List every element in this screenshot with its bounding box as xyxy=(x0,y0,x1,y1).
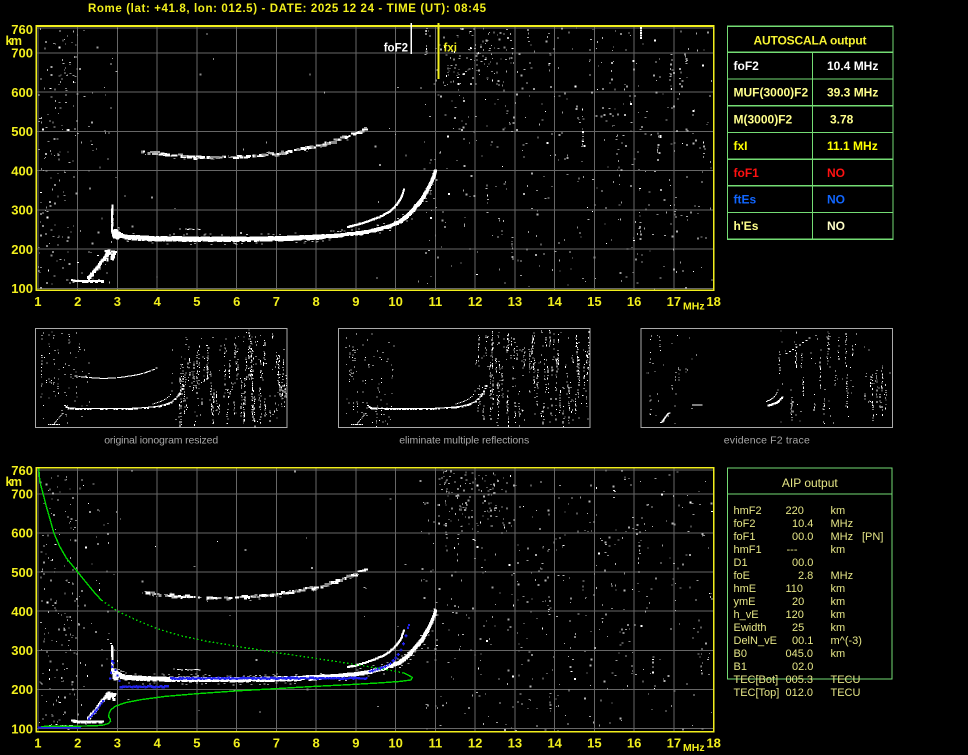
svg-text:12: 12 xyxy=(468,294,482,309)
svg-text:eliminate multiple reflections: eliminate multiple reflections xyxy=(399,435,529,447)
svg-text:MHz: MHz xyxy=(683,301,705,313)
svg-text:ftEs: ftEs xyxy=(734,193,757,207)
svg-text:39.3 MHz: 39.3 MHz xyxy=(827,86,878,100)
svg-text:MUF(3000)F2: MUF(3000)F2 xyxy=(734,86,809,100)
svg-text:NO: NO xyxy=(827,166,845,180)
svg-text:6: 6 xyxy=(233,294,240,309)
svg-text:fxI: fxI xyxy=(734,139,748,153)
svg-text:9: 9 xyxy=(352,294,359,309)
svg-text:16: 16 xyxy=(627,294,641,309)
svg-text:1: 1 xyxy=(34,294,41,309)
svg-text:100: 100 xyxy=(11,281,33,296)
svg-text:8: 8 xyxy=(312,294,319,309)
svg-text:11: 11 xyxy=(429,294,443,309)
svg-text:evidence F2 trace: evidence F2 trace xyxy=(724,435,810,447)
svg-text:AUTOSCALA output: AUTOSCALA output xyxy=(754,34,867,48)
svg-text:km: km xyxy=(6,34,23,48)
svg-text:13: 13 xyxy=(508,294,522,309)
svg-text:600: 600 xyxy=(11,85,33,100)
svg-text:17: 17 xyxy=(667,294,681,309)
svg-text:5: 5 xyxy=(193,294,200,309)
svg-text:foF1: foF1 xyxy=(734,166,760,180)
svg-text:10.4 MHz: 10.4 MHz xyxy=(827,59,878,73)
svg-text:foF2: foF2 xyxy=(384,43,408,55)
svg-text:14: 14 xyxy=(547,294,562,309)
svg-text:500: 500 xyxy=(11,124,33,139)
svg-text:M(3000)F2: M(3000)F2 xyxy=(734,112,793,126)
svg-text:400: 400 xyxy=(11,163,33,178)
svg-text:10: 10 xyxy=(388,294,402,309)
svg-text:11.1 MHz: 11.1 MHz xyxy=(827,139,878,153)
svg-text:200: 200 xyxy=(11,242,33,257)
svg-text:Rome (lat: +41.8, lon: 012.5): Rome (lat: +41.8, lon: 012.5) - DATE: 20… xyxy=(88,3,487,15)
svg-text:foF2: foF2 xyxy=(734,59,760,73)
svg-text:2: 2 xyxy=(74,294,81,309)
svg-text:18: 18 xyxy=(706,294,720,309)
svg-text:original ionogram resized: original ionogram resized xyxy=(104,435,218,447)
svg-text:3.78: 3.78 xyxy=(830,112,854,126)
svg-text:NO: NO xyxy=(827,193,845,207)
svg-text:15: 15 xyxy=(587,294,601,309)
svg-text:fxi: fxi xyxy=(444,43,457,55)
svg-text:3: 3 xyxy=(114,294,121,309)
svg-text:NO: NO xyxy=(827,219,845,233)
svg-text:4: 4 xyxy=(154,294,162,309)
svg-text:300: 300 xyxy=(11,203,33,218)
svg-text:h'Es: h'Es xyxy=(734,219,759,233)
svg-text:7: 7 xyxy=(273,294,280,309)
